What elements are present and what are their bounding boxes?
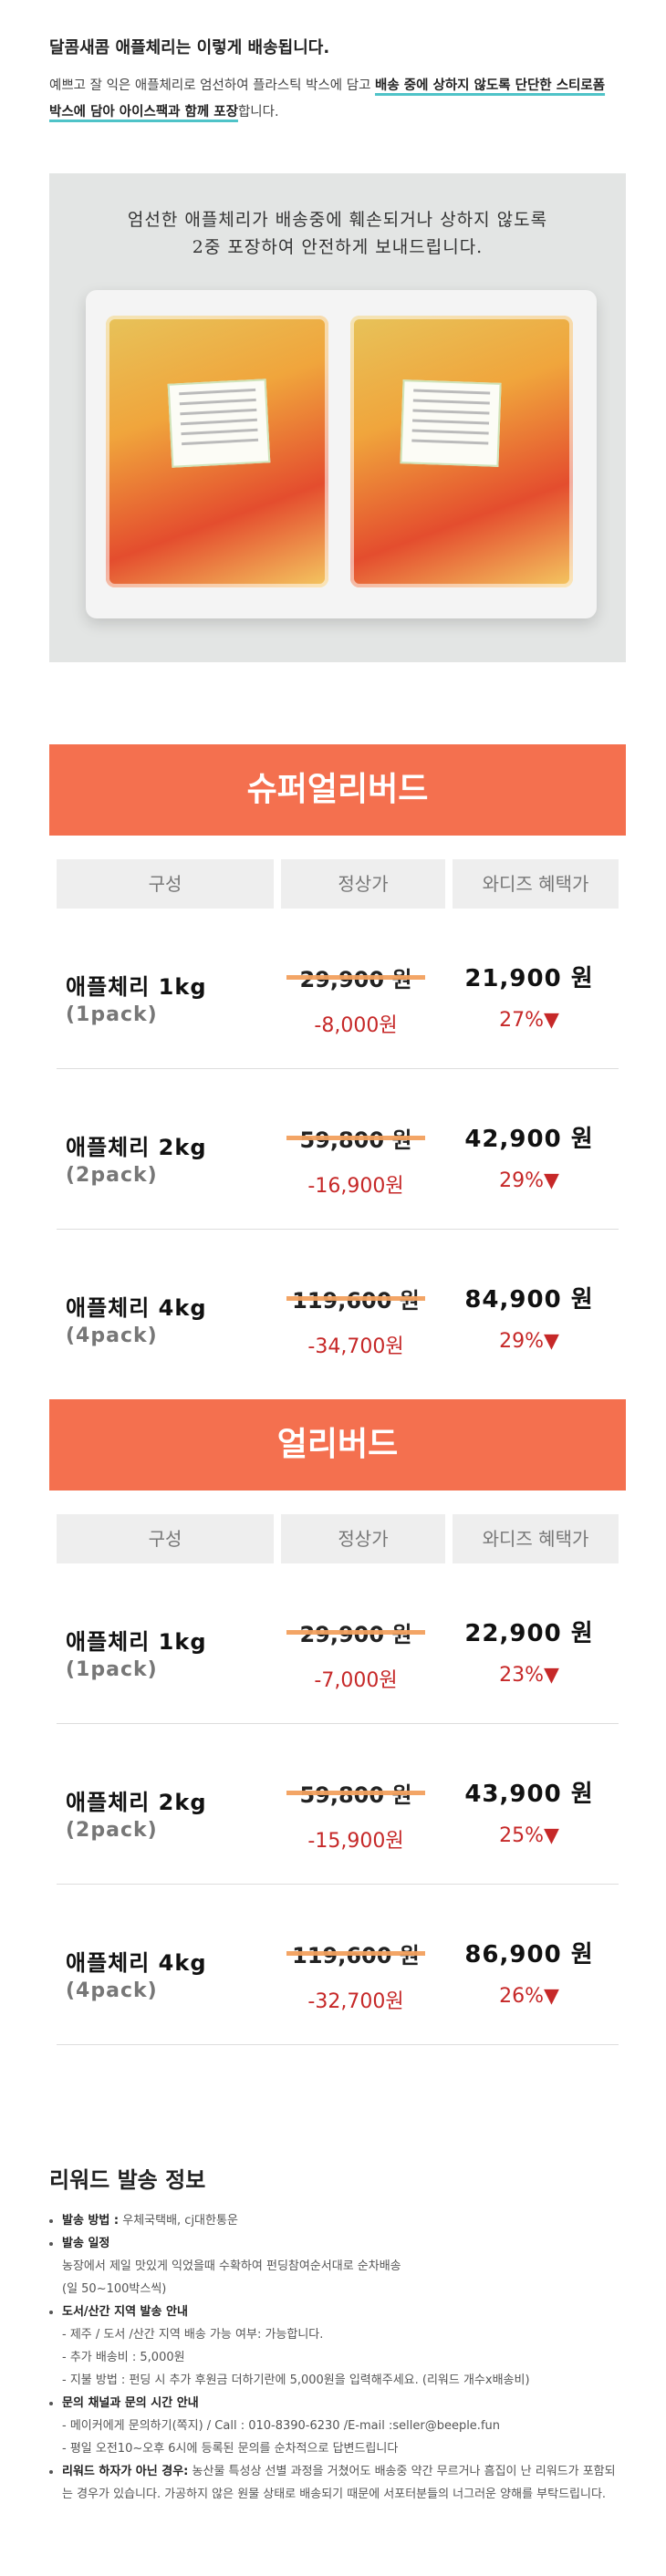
island-line: - 지불 방법 : 펀딩 시 추가 후원금 더하기란에 5,000원을 입력해주…	[62, 2373, 530, 2387]
contact-line: - 평일 오전10~오후 6시에 등록된 문의를 순차적으로 답변드립니다	[62, 2442, 399, 2456]
page-title: 달콤새콤 애플체리는 이렇게 배송됩니다.	[49, 38, 330, 57]
tray-label	[167, 379, 271, 468]
island-label: 도서/산간 지역 발송 안내	[62, 2305, 188, 2319]
island-line: - 추가 배송비 : 5,000원	[62, 2351, 185, 2364]
table-row: 애플체리 4kg (4pack) 119,600 원 -32,700원 86,9…	[49, 1885, 626, 2045]
photo-caption: 엄선한 애플체리가 배송중에 훼손되거나 상하지 않도록 2중 포장하여 안전하…	[49, 206, 626, 261]
price-section-early-bird: 얼리버드 구성 정상가 와디즈 혜택가 애플체리 1kg (1pack) 29,…	[49, 1399, 626, 2045]
list-item: 발송 방법 : 우체국택배, cj대한통운	[62, 2209, 624, 2232]
sale-price: 43,900 원	[464, 1781, 594, 1808]
header-regular-price: 정상가	[281, 859, 445, 909]
table-row: 애플체리 1kg (1pack) 29,900 원 -7,000원 22,900…	[49, 1563, 626, 1724]
list-item: 리워드 하자가 아닌 경우: 농산물 특성상 선별 과정을 거쳤어도 배송중 약…	[62, 2460, 624, 2506]
method-label: 발송 방법 :	[62, 2214, 120, 2228]
table-row: 애플체리 2kg (2pack) 59,800 원 -15,900원 43,90…	[49, 1724, 626, 1885]
discount-percent: 29%▼	[499, 1169, 559, 1192]
styrofoam-box	[86, 290, 597, 618]
header-composition: 구성	[57, 859, 274, 909]
product-pack: (4pack)	[66, 1324, 158, 1347]
header-wadiz-price: 와디즈 혜택가	[453, 859, 619, 909]
discount-amount: -16,900원	[307, 1175, 404, 1198]
intro-text: 예쁘고 잘 익은 애플체리로 엄선하여 플라스틱 박스에 담고 배송 중에 상하…	[49, 73, 617, 126]
intro-plain-2: 합니다.	[237, 105, 279, 119]
sale-price: 86,900 원	[464, 1941, 594, 1968]
table-row: 애플체리 2kg (2pack) 59,800 원 -16,900원 42,90…	[49, 1069, 626, 1230]
discount-percent: 29%▼	[499, 1330, 559, 1353]
product-pack: (4pack)	[66, 1979, 158, 2002]
product-pack: (2pack)	[66, 1819, 158, 1842]
discount-amount: -7,000원	[314, 1669, 398, 1692]
tray-label	[400, 379, 502, 467]
discount-percent: 23%▼	[499, 1664, 559, 1687]
sale-price: 84,900 원	[464, 1286, 594, 1314]
list-item: 발송 일정 농장에서 제일 맛있게 익었을때 수확하여 펀딩참여순서대로 순차배…	[62, 2232, 624, 2301]
discount-amount: -8,000원	[314, 1014, 398, 1037]
original-price: 59,800 원	[283, 1122, 429, 1154]
discount-amount: -34,700원	[307, 1335, 404, 1358]
product-pack: (1pack)	[66, 1003, 158, 1026]
method-text: 우체국택배, cj대한통운	[122, 2214, 238, 2228]
table-row: 애플체리 1kg (1pack) 29,900 원 -8,000원 21,900…	[49, 909, 626, 1069]
sale-price: 22,900 원	[464, 1620, 594, 1647]
cherry-tray-left	[106, 316, 328, 587]
shipping-info: 발송 방법 : 우체국택배, cj대한통운 발송 일정 농장에서 제일 맛있게 …	[49, 2209, 624, 2506]
shipping-info-title: 리워드 발송 정보	[49, 2167, 206, 2193]
discount-percent: 25%▼	[499, 1824, 559, 1847]
product-name: 애플체리 2kg	[66, 1790, 207, 1815]
photo-caption-line-1: 엄선한 애플체리가 배송중에 훼손되거나 상하지 않도록	[127, 210, 548, 230]
sale-price: 21,900 원	[464, 965, 594, 992]
schedule-label: 발송 일정	[62, 2237, 110, 2250]
header-regular-price: 정상가	[281, 1514, 445, 1563]
discount-amount: -15,900원	[307, 1830, 404, 1853]
original-price: 119,600 원	[283, 1283, 429, 1314]
product-name: 애플체리 1kg	[66, 1629, 207, 1655]
product-pack: (1pack)	[66, 1658, 158, 1681]
defect-label: 리워드 하자가 아닌 경우:	[62, 2465, 189, 2478]
product-name: 애플체리 4kg	[66, 1950, 207, 1976]
row-divider	[57, 2044, 619, 2045]
product-name: 애플체리 2kg	[66, 1135, 207, 1160]
list-item: 도서/산간 지역 발송 안내 - 제주 / 도서 /산간 지역 배송 가능 여부…	[62, 2301, 624, 2392]
original-price: 119,600 원	[283, 1937, 429, 1969]
discount-amount: -32,700원	[307, 1990, 404, 2013]
island-line: - 제주 / 도서 /산간 지역 배송 가능 여부: 가능합니다.	[62, 2328, 324, 2342]
header-composition: 구성	[57, 1514, 274, 1563]
contact-label: 문의 채널과 문의 시간 안내	[62, 2396, 199, 2410]
list-item: 문의 채널과 문의 시간 안내 - 메이커에게 문의하기(쪽지) / Call …	[62, 2392, 624, 2460]
table-header: 구성 정상가 와디즈 혜택가	[57, 859, 619, 909]
photo-caption-line-2: 2중 포장하여 안전하게 보내드립니다.	[192, 237, 484, 257]
schedule-line: 농장에서 제일 맛있게 익었을때 수확하여 펀딩참여순서대로 순차배송	[62, 2259, 401, 2273]
original-price: 29,900 원	[283, 1616, 429, 1648]
original-price: 59,800 원	[283, 1777, 429, 1809]
packaging-photo: 엄선한 애플체리가 배송중에 훼손되거나 상하지 않도록 2중 포장하여 안전하…	[49, 173, 626, 662]
schedule-line: (일 50~100박스씩)	[62, 2282, 167, 2296]
table-row: 애플체리 4kg (4pack) 119,600 원 -34,700원 84,9…	[49, 1230, 626, 1390]
cherry-tray-right	[350, 316, 573, 587]
sale-price: 42,900 원	[464, 1126, 594, 1153]
original-price: 29,900 원	[283, 961, 429, 993]
product-name: 애플체리 4kg	[66, 1295, 207, 1321]
contact-line: - 메이커에게 문의하기(쪽지) / Call : 010-8390-6230 …	[62, 2419, 500, 2433]
header-wadiz-price: 와디즈 혜택가	[453, 1514, 619, 1563]
product-pack: (2pack)	[66, 1164, 158, 1187]
section-banner: 얼리버드	[49, 1399, 626, 1491]
section-banner: 슈퍼얼리버드	[49, 744, 626, 836]
table-header: 구성 정상가 와디즈 혜택가	[57, 1514, 619, 1563]
intro-plain-1: 예쁘고 잘 익은 애플체리로 엄선하여 플라스틱 박스에 담고	[49, 78, 376, 93]
product-name: 애플체리 1kg	[66, 974, 207, 1000]
price-section-super-early-bird: 슈퍼얼리버드 구성 정상가 와디즈 혜택가 애플체리 1kg (1pack) 2…	[49, 744, 626, 1388]
discount-percent: 27%▼	[499, 1009, 559, 1032]
discount-percent: 26%▼	[499, 1985, 559, 2008]
